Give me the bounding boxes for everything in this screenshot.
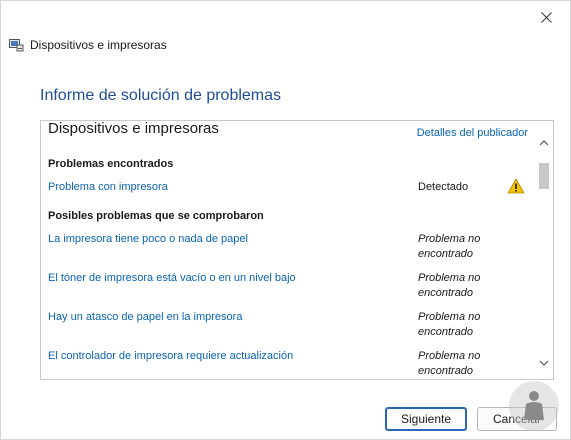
problem-printer-link[interactable]: Problema con impresora xyxy=(48,181,168,193)
check-item-paper-status: Problema no encontrado xyxy=(418,232,498,262)
check-item-driver-status: Problema no encontrado xyxy=(418,349,498,379)
check-item-driver-link[interactable]: El controlador de impresora requiere act… xyxy=(48,350,293,362)
publisher-details-link[interactable]: Detalles del publicador xyxy=(417,127,528,139)
scroll-thumb[interactable] xyxy=(539,163,549,189)
chevron-up-icon xyxy=(539,140,549,146)
warning-icon xyxy=(507,178,525,194)
check-item-jam-link[interactable]: Hay un atasco de papel en la impresora xyxy=(48,311,242,323)
status-line: encontrado xyxy=(418,287,474,299)
checked-problems-title: Posibles problemas que se comprobaron xyxy=(48,210,264,222)
status-line: encontrado xyxy=(418,365,474,377)
chevron-down-icon xyxy=(539,360,549,366)
status-line: encontrado xyxy=(418,248,474,260)
scroll-down-button[interactable] xyxy=(537,357,551,369)
status-line: Problema no xyxy=(418,233,481,245)
problem-printer-status: Detectado xyxy=(418,181,469,193)
check-item-toner-status: Problema no encontrado xyxy=(418,271,498,301)
report-header: Dispositivos e impresoras xyxy=(48,120,219,137)
watermark-logo xyxy=(509,381,559,431)
report-scrollbar[interactable] xyxy=(537,137,551,367)
close-icon xyxy=(540,11,552,23)
page-heading: Informe de solución de problemas xyxy=(40,87,282,104)
devices-printers-icon xyxy=(9,38,24,52)
status-line: Problema no xyxy=(418,311,481,323)
report-panel: Dispositivos e impresoras Detalles del p… xyxy=(40,120,554,380)
found-problems-title: Problemas encontrados xyxy=(48,158,174,170)
check-item-paper-link[interactable]: La impresora tiene poco o nada de papel xyxy=(48,233,248,245)
title-bar: Dispositivos e impresoras xyxy=(9,38,167,52)
status-line: encontrado xyxy=(418,326,474,338)
status-line: Problema no xyxy=(418,272,481,284)
status-line: Problema no xyxy=(418,350,481,362)
troubleshooter-window: Dispositivos e impresoras Informe de sol… xyxy=(0,0,571,440)
scroll-up-button[interactable] xyxy=(537,137,551,149)
close-button[interactable] xyxy=(526,3,566,31)
window-title: Dispositivos e impresoras xyxy=(30,38,167,52)
check-item-toner-link[interactable]: El tóner de impresora está vacío o en un… xyxy=(48,272,296,284)
check-item-jam-status: Problema no encontrado xyxy=(418,310,498,340)
next-button[interactable]: Siguiente xyxy=(385,407,467,431)
